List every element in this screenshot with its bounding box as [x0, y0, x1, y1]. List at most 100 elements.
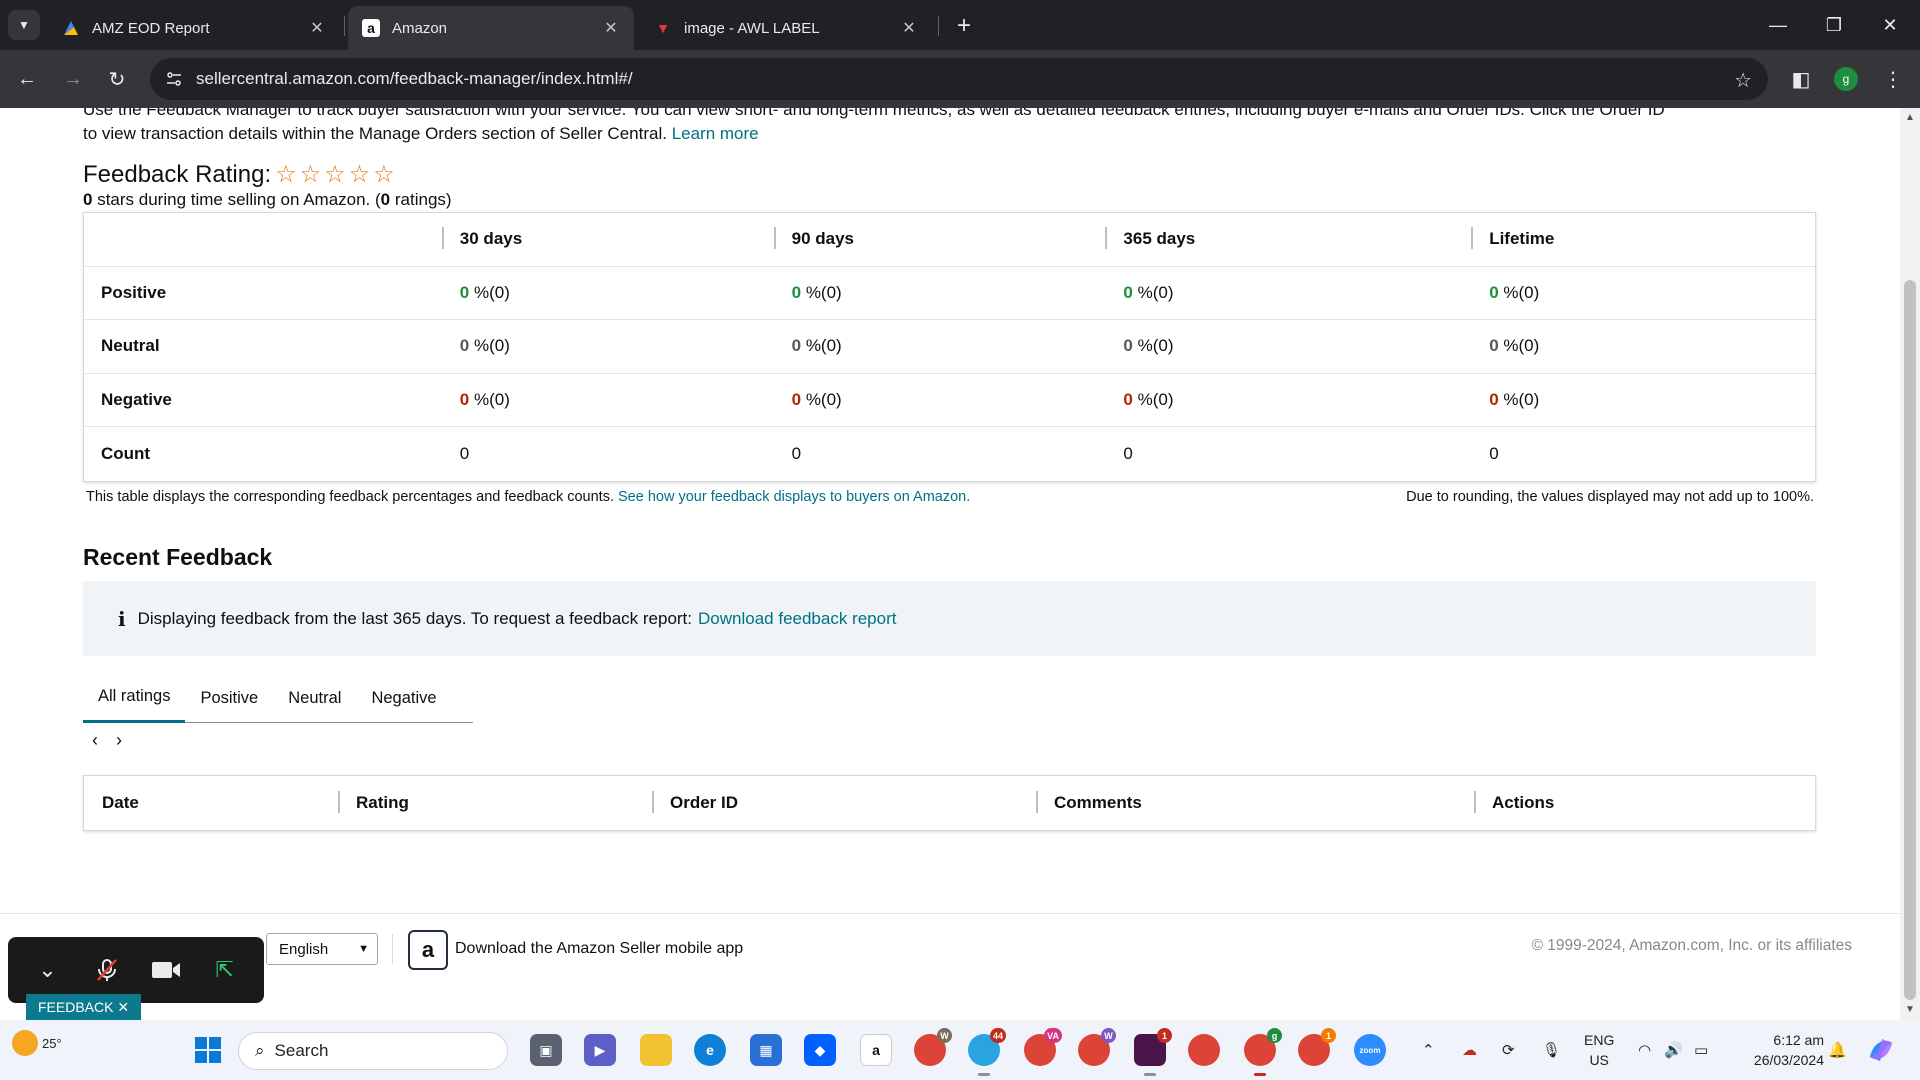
url-text: sellercentral.amazon.com/feedback-manage… [196, 69, 633, 88]
minimize-button[interactable]: — [1758, 8, 1798, 42]
column-header-rating[interactable]: Rating [338, 791, 652, 813]
system-clock[interactable]: 6:12 am 26/03/2024 [1740, 1030, 1824, 1070]
show-hidden-icons[interactable]: ⌃ [1422, 1020, 1435, 1080]
copilot-icon[interactable] [1866, 1020, 1896, 1080]
wifi-icon[interactable]: ◠ [1638, 1020, 1651, 1080]
table-cell: 0 %(0) [1471, 283, 1815, 303]
column-header-date[interactable]: Date [84, 793, 338, 813]
row-label: Positive [101, 282, 167, 302]
tab-search-button[interactable]: ▼ [8, 10, 40, 40]
learn-more-link[interactable]: Learn more [672, 124, 759, 143]
file-explorer-icon[interactable] [640, 1034, 672, 1066]
feedback-widget-tab[interactable]: FEEDBACK ✕ [26, 994, 142, 1020]
close-icon[interactable]: ✕ [900, 19, 918, 37]
tab-all-ratings[interactable]: All ratings [83, 673, 186, 723]
language-select[interactable]: English ▼ [266, 933, 378, 965]
camera-icon[interactable] [148, 952, 184, 988]
star-outline-icon: ☆ [299, 161, 322, 188]
taskbar-search[interactable]: ⌕ Search [238, 1032, 508, 1070]
tab-neutral[interactable]: Neutral [273, 673, 356, 723]
volume-icon[interactable]: 🔊 [1664, 1020, 1683, 1080]
feedback-display-link[interactable]: See how your feedback displays to buyers… [618, 489, 970, 505]
menu-dots-icon[interactable]: ⋮ [1878, 64, 1908, 94]
download-feedback-report-link[interactable]: Download feedback report [698, 609, 896, 629]
intro-line-2: to view transaction details within the M… [83, 124, 667, 143]
tab-positive[interactable]: Positive [185, 673, 273, 723]
chevron-right-icon[interactable]: › [116, 730, 122, 751]
dropbox-icon[interactable]: ◆ [804, 1034, 836, 1066]
badge: 1 [1321, 1028, 1336, 1043]
column-header-actions[interactable]: Actions [1474, 791, 1774, 813]
forward-icon[interactable]: → [58, 64, 88, 94]
reload-icon[interactable]: ↻ [102, 64, 132, 94]
new-tab-button[interactable]: + [950, 12, 978, 40]
back-icon[interactable]: ← [12, 64, 42, 94]
side-panel-icon[interactable]: ◧ [1786, 64, 1816, 94]
site-info-icon[interactable] [164, 69, 184, 89]
column-header: 90 days [773, 227, 1106, 250]
column-header-comments[interactable]: Comments [1036, 791, 1474, 813]
windows-logo-tile [195, 1051, 207, 1063]
profile-avatar[interactable]: g [1834, 67, 1858, 91]
store-icon[interactable]: ▦ [750, 1034, 782, 1066]
close-window-button[interactable]: ✕ [1870, 8, 1910, 42]
page-scrollbar[interactable]: ▲ ▼ [1900, 108, 1920, 1020]
cell-suffix: %(0) [474, 282, 510, 302]
sync-icon[interactable]: ⟳ [1502, 1020, 1515, 1080]
scroll-thumb[interactable] [1904, 280, 1916, 1000]
close-icon[interactable]: ✕ [602, 19, 620, 37]
cell-suffix: %(0) [1503, 389, 1540, 409]
chrome-profile-icon[interactable] [1188, 1034, 1220, 1066]
chrome-profile-orange-icon[interactable]: 1 [1298, 1028, 1336, 1066]
browser-toolbar: ← → ↻ sellercentral.amazon.com/feedback-… [0, 50, 1920, 108]
notification-bell-icon[interactable]: 🔔 [1828, 1020, 1847, 1080]
tab-title: image - AWL LABEL [684, 19, 820, 37]
bookmark-star-icon[interactable]: ☆ [1734, 68, 1752, 93]
language-indicator[interactable]: ENG US [1584, 1030, 1614, 1070]
cloud-sync-icon[interactable]: ☁ [1462, 1020, 1477, 1080]
column-header-order-id[interactable]: Order ID [652, 791, 1036, 813]
microphone-icon[interactable]: 🎙 [1542, 1020, 1561, 1080]
start-button[interactable] [195, 1037, 221, 1063]
battery-icon[interactable]: ▭ [1694, 1020, 1708, 1080]
browser-tab-amz-eod-report[interactable]: AMZ EOD Report ✕ [48, 6, 340, 50]
close-icon[interactable]: ✕ [117, 999, 129, 1016]
scroll-up-icon[interactable]: ▲ [1904, 112, 1916, 124]
amazon-app-icon[interactable]: a [408, 930, 448, 970]
mic-muted-icon[interactable] [89, 952, 125, 988]
cell-suffix: %(0) [1137, 282, 1174, 302]
slack-icon[interactable]: 1 [1134, 1028, 1172, 1076]
intro-text: Use the Feedback Manager to track buyer … [83, 108, 1816, 146]
weather-widget[interactable]: 25° [12, 1030, 62, 1056]
chrome-profile-g-icon[interactable]: g [1244, 1028, 1282, 1076]
amazon-app-taskbar-icon[interactable]: a [860, 1034, 892, 1066]
table-cell: 0 %(0) [1105, 283, 1471, 303]
ratings-text: ratings) [394, 190, 452, 209]
telegram-icon[interactable]: 44 [968, 1028, 1006, 1076]
info-text: Displaying feedback from the last 365 da… [137, 608, 693, 628]
edge-icon[interactable]: e [694, 1034, 726, 1066]
chrome-profile-va-icon[interactable]: VA [1024, 1028, 1062, 1066]
teams-icon[interactable]: ▶ [584, 1034, 616, 1066]
task-view-icon[interactable]: ▣ [530, 1034, 562, 1066]
browser-tab-awl-label[interactable]: ▼ image - AWL LABEL ✕ [640, 6, 932, 50]
zoom-icon[interactable]: zoom [1354, 1034, 1386, 1066]
table-row-negative: Negative 0 %(0) 0 %(0) 0 %(0) 0 %(0) [84, 374, 1815, 427]
chevron-left-icon[interactable]: ‹ [92, 730, 98, 751]
tab-negative[interactable]: Negative [356, 673, 451, 723]
stars-value: 0 [83, 190, 93, 209]
share-screen-icon[interactable]: ⇱ [207, 952, 243, 988]
language-line-1: ENG [1584, 1032, 1615, 1048]
browser-tab-amazon[interactable]: a Amazon ✕ [348, 6, 634, 50]
recent-feedback-table-header: Date Rating Order ID Comments Actions [83, 775, 1816, 831]
star-rating: ☆ ☆ ☆ ☆ ☆ [275, 160, 395, 189]
restore-button[interactable]: ❐ [1814, 8, 1854, 42]
chrome-profile-w1-icon[interactable]: W [914, 1028, 952, 1066]
close-icon[interactable]: ✕ [308, 19, 326, 37]
cell-value: 0 [791, 389, 802, 409]
chrome-profile-w2-icon[interactable]: W [1078, 1028, 1116, 1066]
download-app-link[interactable]: Download the Amazon Seller mobile app [455, 940, 743, 958]
address-bar[interactable]: sellercentral.amazon.com/feedback-manage… [150, 58, 1768, 100]
collapse-chevron-icon[interactable]: ⌄ [30, 952, 66, 988]
scroll-down-icon[interactable]: ▼ [1904, 1004, 1916, 1016]
